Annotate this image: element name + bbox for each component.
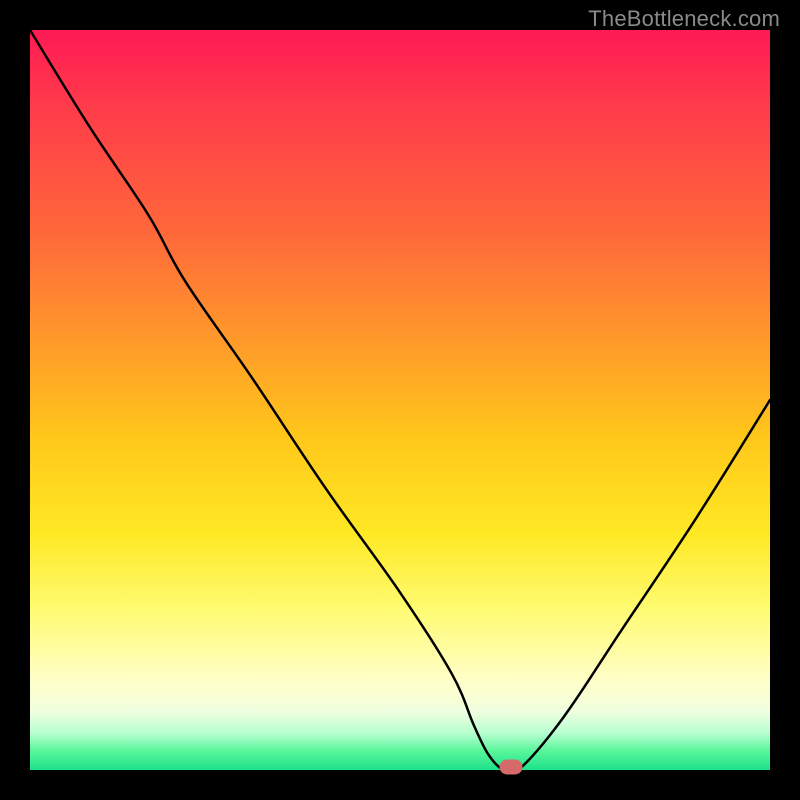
optimal-marker — [500, 760, 523, 775]
plot-area — [30, 30, 770, 770]
watermark-text: TheBottleneck.com — [588, 6, 780, 32]
chart-frame: TheBottleneck.com — [0, 0, 800, 800]
bottleneck-curve — [30, 30, 770, 770]
